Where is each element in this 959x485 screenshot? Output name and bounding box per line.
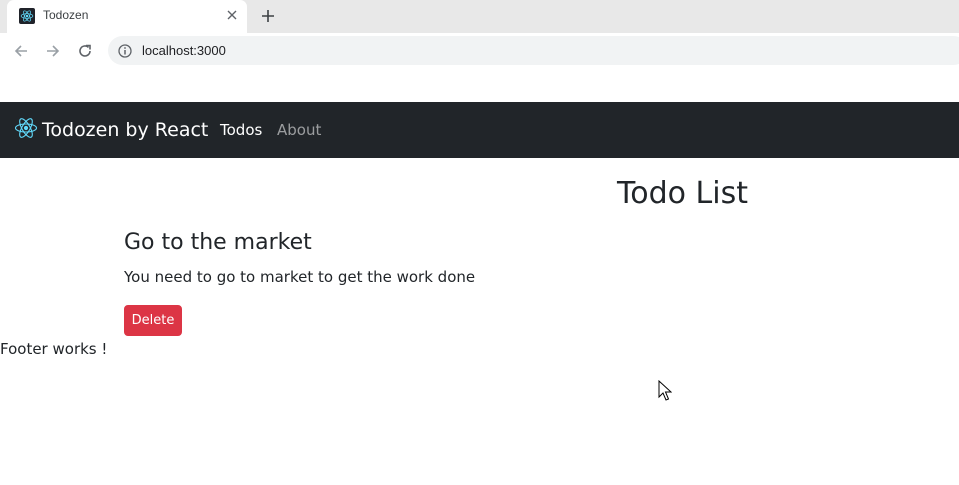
mouse-cursor-icon <box>658 379 673 406</box>
react-logo-icon <box>19 8 35 24</box>
address-bar[interactable]: localhost:3000 <box>108 36 959 65</box>
browser-tab-bar: Todozen <box>0 0 959 33</box>
info-icon[interactable] <box>118 43 132 62</box>
reload-icon[interactable] <box>73 39 97 63</box>
delete-button[interactable]: Delete <box>124 305 182 336</box>
browser-toolbar: localhost:3000 <box>0 33 959 69</box>
plus-icon[interactable] <box>258 6 278 26</box>
browser-tab[interactable]: Todozen <box>7 0 247 33</box>
page-title: Todo List <box>617 176 748 211</box>
nav-link-todos[interactable]: Todos <box>220 121 262 139</box>
nav-link-about[interactable]: About <box>277 121 321 139</box>
tab-title: Todozen <box>43 8 89 22</box>
navbar-brand[interactable]: Todozen by React <box>14 102 208 158</box>
forward-arrow-icon[interactable] <box>41 39 65 63</box>
brand-text: Todozen by React <box>42 119 209 141</box>
react-logo-icon <box>14 116 38 144</box>
app-navbar: Todozen by React Todos About <box>0 102 959 158</box>
todo-title: Go to the market <box>124 230 312 255</box>
close-icon[interactable] <box>223 6 241 24</box>
back-arrow-icon[interactable] <box>9 39 33 63</box>
todo-description: You need to go to market to get the work… <box>124 268 476 286</box>
footer-text: Footer works ! <box>0 340 108 358</box>
url-text: localhost:3000 <box>142 43 226 58</box>
